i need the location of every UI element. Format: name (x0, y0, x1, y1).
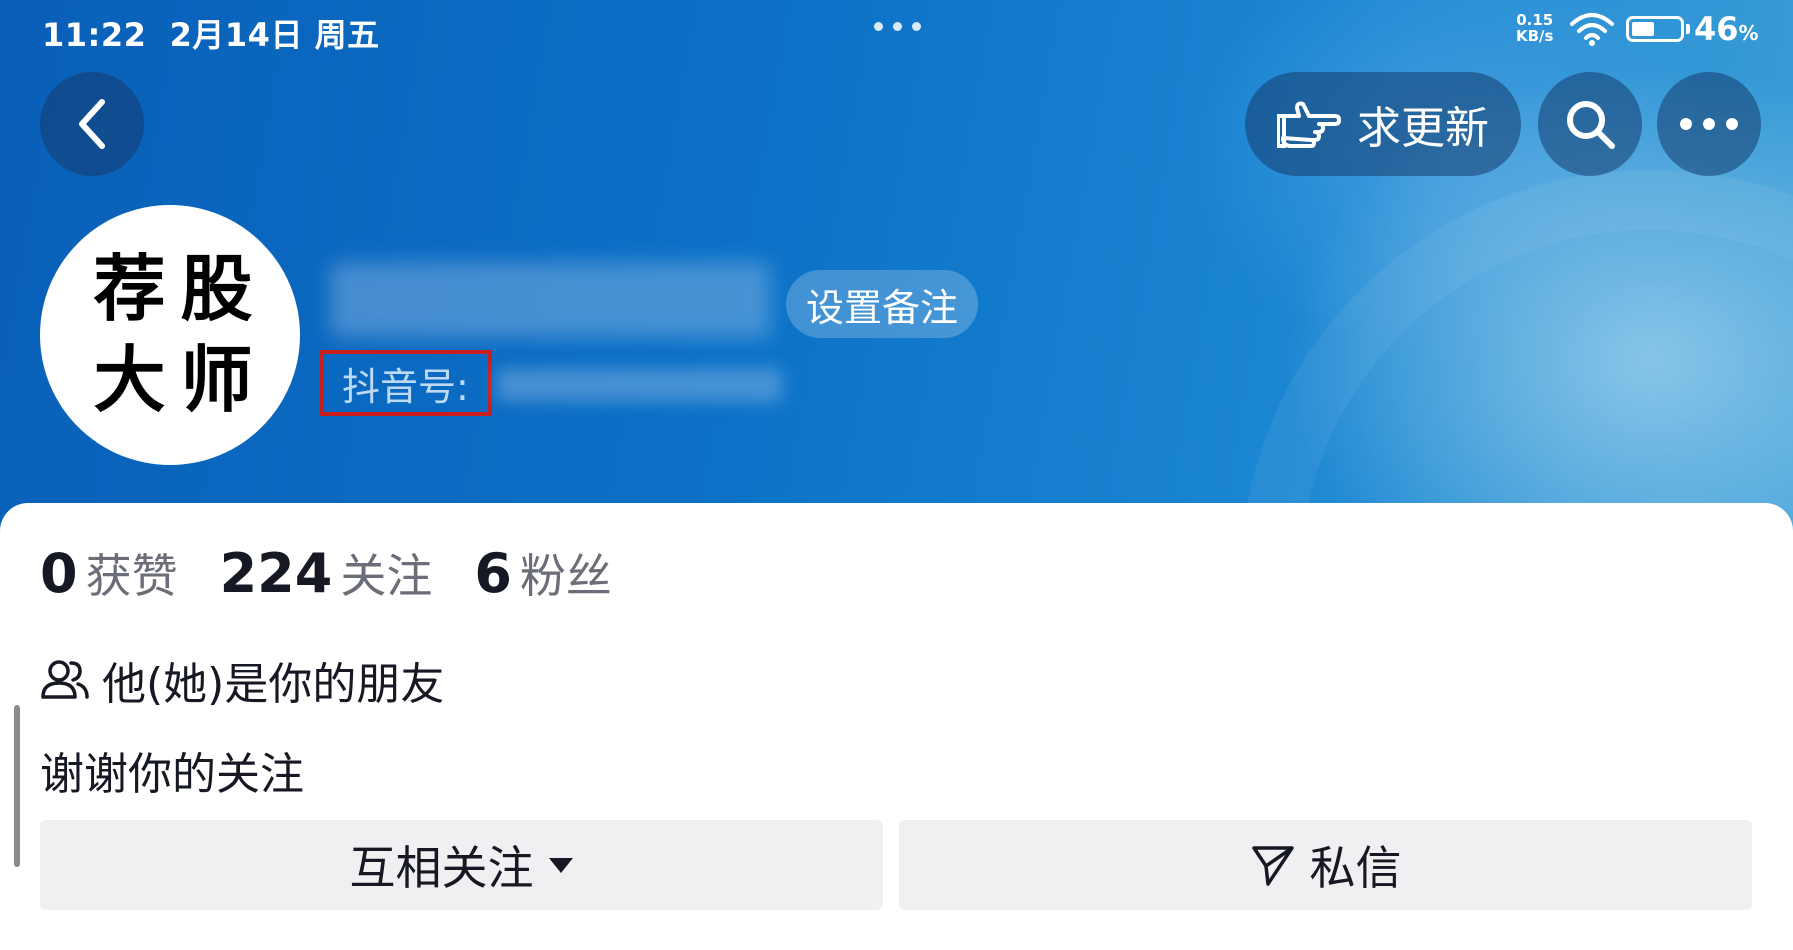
more-icon (1680, 118, 1738, 130)
search-button[interactable] (1538, 72, 1642, 176)
following-stat[interactable]: 224 关注 (220, 540, 433, 606)
friend-status: 他(她)是你的朋友 (40, 648, 444, 712)
set-remark-button[interactable]: 设置备注 (786, 270, 979, 338)
avatar-char: 股 (180, 246, 253, 331)
status-bar: 11:22 2月14日 周五 0.15 KB/s 46% (0, 0, 1793, 58)
following-count: 224 (219, 542, 333, 605)
username-blurred (330, 262, 770, 338)
battery-percentage: 46% (1694, 10, 1759, 48)
douyin-id-highlight: 抖音号: (320, 350, 492, 416)
wifi-icon (1570, 13, 1614, 46)
mutual-follow-button[interactable]: 互相关注 (40, 820, 883, 910)
back-icon (79, 99, 105, 149)
likes-count: 0 (40, 542, 78, 605)
pointing-hand-icon (1277, 101, 1341, 148)
likes-label: 获赞 (85, 549, 178, 603)
avatar-char: 大 (93, 337, 166, 422)
set-remark-label: 设置备注 (806, 285, 959, 330)
more-button[interactable] (1657, 72, 1761, 176)
multitask-dots-icon (874, 22, 921, 31)
followers-stat[interactable]: 6 粉丝 (474, 540, 612, 606)
followers-label: 粉丝 (519, 549, 612, 603)
avatar-char: 荐 (93, 246, 166, 331)
search-icon (1567, 101, 1615, 149)
private-message-label: 私信 (1309, 841, 1402, 895)
avatar[interactable]: 荐 股 大 师 (40, 205, 300, 465)
request-update-label: 求更新 (1357, 103, 1489, 154)
friend-status-text: 他(她)是你的朋友 (102, 659, 445, 710)
friends-icon (41, 660, 89, 699)
scrollbar[interactable] (14, 705, 20, 867)
network-speed: 0.15 KB/s (1516, 11, 1554, 45)
avatar-char: 师 (180, 337, 253, 422)
status-time: 11:22 2月14日 周五 (42, 16, 380, 54)
bio-text: 谢谢你的关注 (40, 749, 304, 800)
likes-stat[interactable]: 0 获赞 (40, 540, 178, 606)
douyin-id-blurred (496, 368, 782, 402)
caret-down-icon (548, 858, 573, 873)
douyin-id-label: 抖音号: (342, 364, 469, 409)
request-update-button[interactable]: 求更新 (1245, 72, 1521, 176)
following-label: 关注 (340, 549, 433, 603)
back-button[interactable] (40, 72, 144, 176)
private-message-button[interactable]: 私信 (899, 820, 1752, 910)
mutual-follow-label: 互相关注 (349, 841, 534, 895)
battery-icon (1626, 16, 1690, 42)
send-icon (1251, 846, 1294, 886)
stats-row: 0 获赞 224 关注 6 粉丝 (40, 540, 654, 606)
followers-count: 6 (474, 542, 512, 605)
